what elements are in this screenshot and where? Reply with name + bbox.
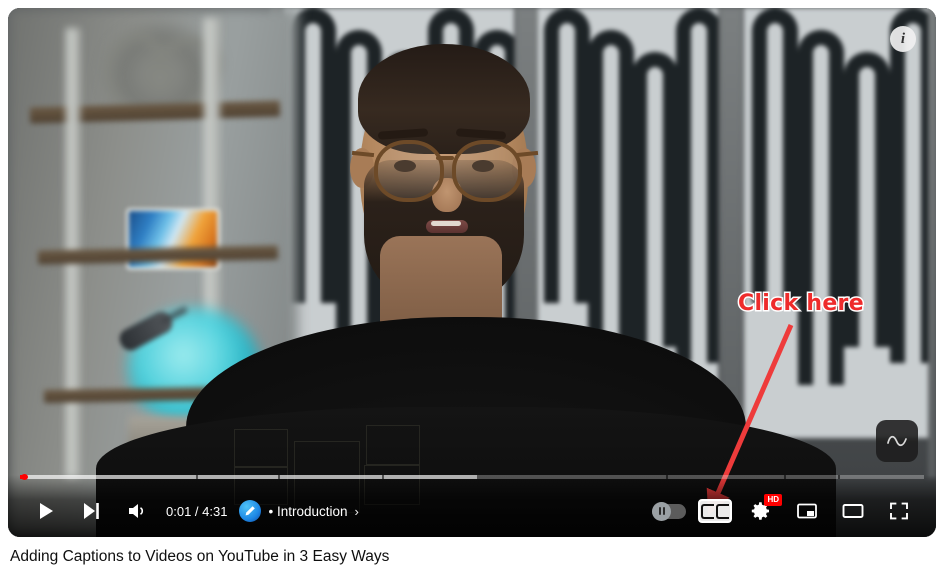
youtube-watch-page: i Click here 0:01 / 4:31 • Introduction … (0, 0, 944, 573)
play-icon[interactable] (22, 488, 68, 534)
chapter-marker (838, 475, 841, 479)
chapter-marker (783, 475, 786, 479)
presenter-glasses (351, 128, 539, 202)
chapter-marker (196, 475, 199, 479)
gear-icon[interactable]: HD (738, 488, 784, 534)
chapter-link[interactable]: • Introduction › (239, 500, 359, 522)
chapter-marker (666, 475, 669, 479)
sine-wave-icon[interactable] (876, 420, 918, 462)
video-player[interactable]: i Click here 0:01 / 4:31 • Introduction … (8, 8, 936, 537)
video-frame-image (8, 8, 936, 537)
autoplay-toggle-icon[interactable] (646, 488, 692, 534)
chapter-bullet: • (268, 503, 274, 519)
page-title: Adding Captions to Videos on YouTube in … (10, 548, 390, 565)
presenter-mouth (426, 220, 468, 233)
autoplay-toggle[interactable] (652, 501, 686, 521)
cc-box (698, 499, 732, 523)
volume-icon[interactable] (114, 488, 160, 534)
chapter-marker (277, 475, 280, 479)
channel-avatar (239, 500, 262, 522)
fullscreen-icon[interactable] (876, 488, 922, 534)
chapter-label: • Introduction (268, 504, 347, 519)
progress-scrubber[interactable] (20, 474, 28, 480)
progress-bar[interactable] (20, 474, 924, 480)
chapter-name: Introduction (276, 503, 348, 519)
info-icon[interactable]: i (890, 26, 916, 52)
closed-captions-icon[interactable] (692, 488, 738, 534)
presenter (8, 8, 936, 537)
miniplayer-icon[interactable] (784, 488, 830, 534)
next-track-icon[interactable] (68, 488, 114, 534)
progress-buffered (20, 475, 477, 479)
player-controls: 0:01 / 4:31 • Introduction › HD (8, 474, 936, 537)
theater-mode-icon[interactable] (830, 488, 876, 534)
chapter-marker (381, 475, 384, 479)
hd-badge: HD (764, 494, 782, 506)
time-display: 0:01 / 4:31 (166, 503, 228, 519)
chevron-right-icon: › (354, 503, 359, 519)
